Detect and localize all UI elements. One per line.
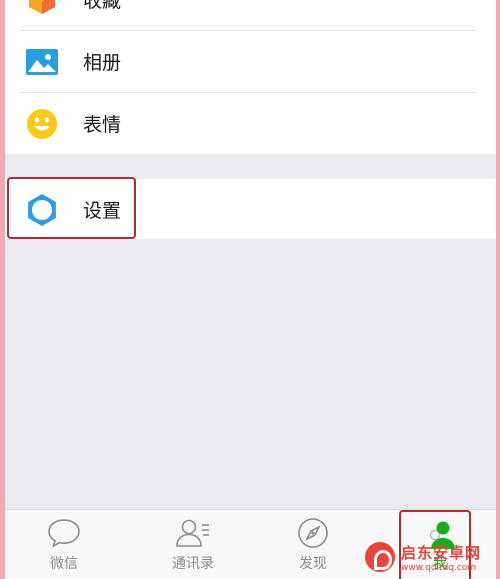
menu-item-album[interactable]: 相册	[5, 31, 496, 92]
watermark-title: 启东安卓网	[401, 543, 482, 562]
tab-label: 微信	[50, 556, 78, 572]
contacts-icon	[143, 516, 243, 550]
menu-item-stickers[interactable]: 表情	[5, 93, 496, 154]
favorites-cube-icon	[25, 0, 59, 17]
menu-item-favorites[interactable]: 收藏	[5, 0, 496, 30]
menu-item-label: 收藏	[83, 0, 122, 12]
menu-item-label: 相册	[83, 52, 122, 74]
tab-chats[interactable]: 微信	[14, 510, 114, 579]
tab-discover[interactable]: 发现	[263, 510, 363, 579]
settings-highlight-box	[7, 177, 136, 239]
chat-bubble-icon	[14, 516, 114, 550]
menu-item-label: 表情	[83, 114, 122, 136]
watermark-url: www.qdltdq.com	[401, 562, 477, 573]
watermark-logo-icon	[363, 540, 397, 574]
tab-label: 发现	[299, 556, 327, 572]
picture-icon	[25, 45, 59, 79]
watermark: 启东安卓网 www.qdltdq.com	[363, 535, 500, 579]
smiley-icon	[25, 107, 59, 141]
tab-label: 通讯录	[172, 556, 214, 572]
screen: 收藏 相册 表情 设置 微信 通讯录 发现 我	[5, 0, 496, 579]
compass-icon	[263, 516, 363, 550]
tab-contacts[interactable]: 通讯录	[143, 510, 243, 579]
watermark-text: 启东安卓网 www.qdltdq.com	[401, 542, 481, 573]
menu-group-top: 收藏 相册 表情	[5, 0, 496, 154]
